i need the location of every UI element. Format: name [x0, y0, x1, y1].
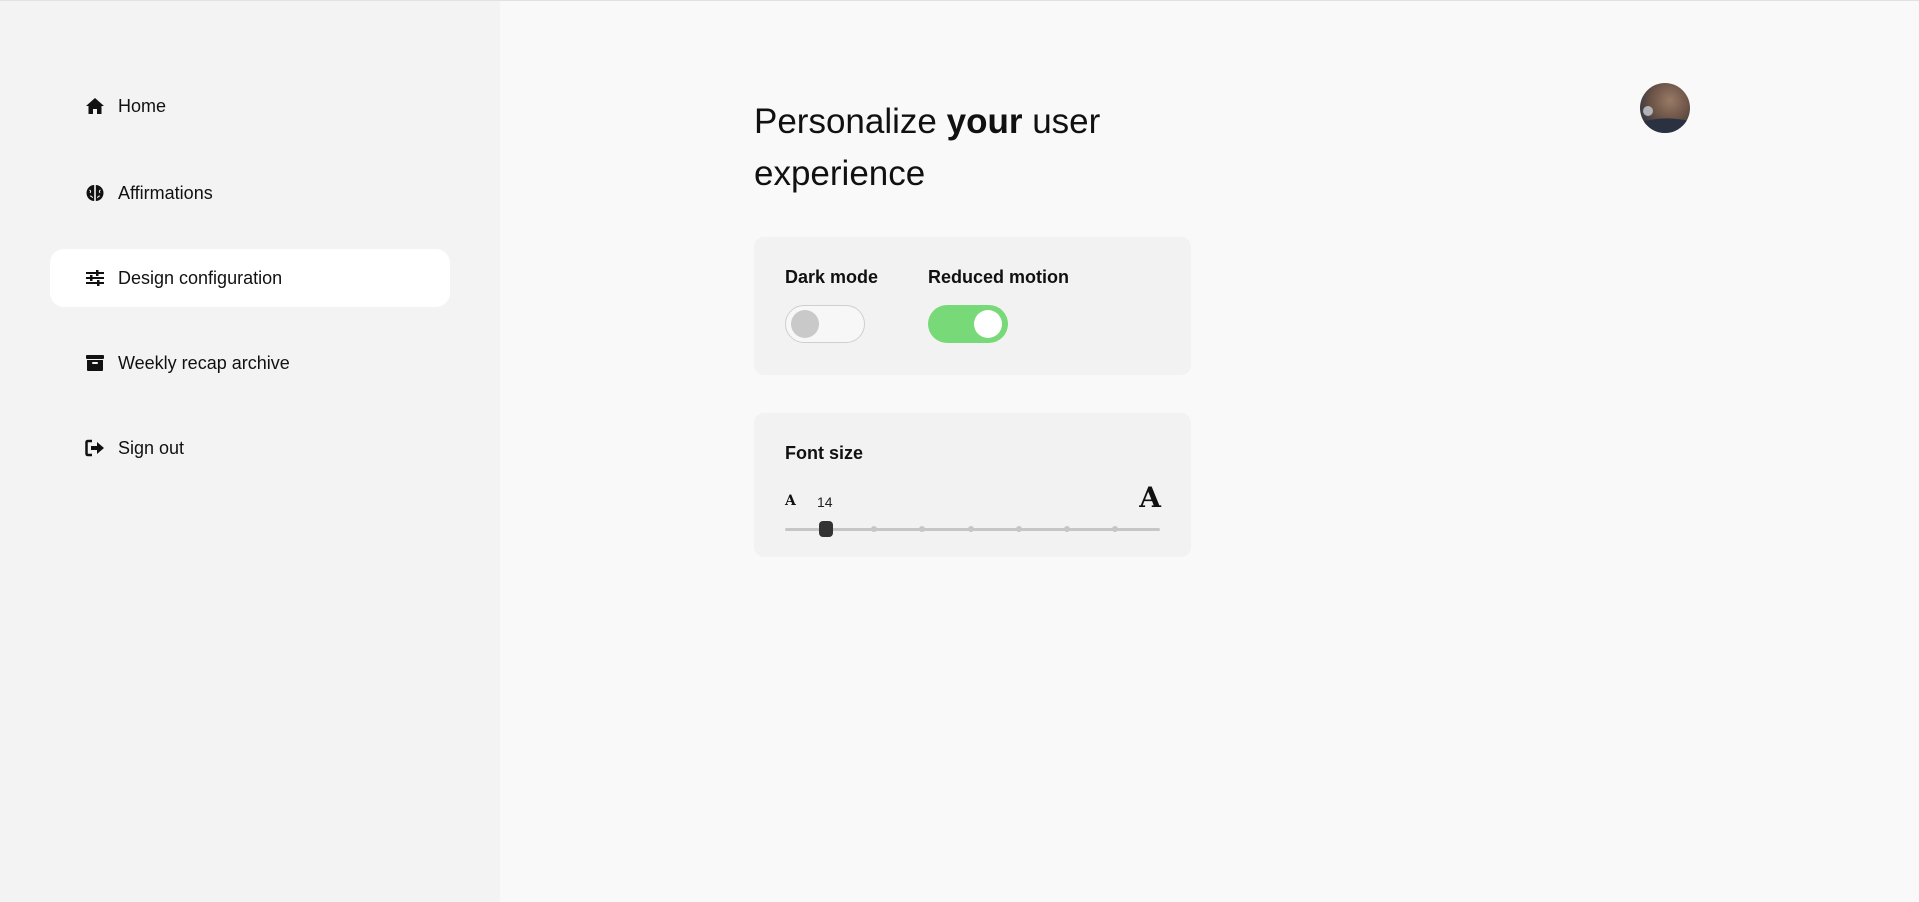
- font-large-icon: A: [1139, 481, 1161, 514]
- archive-icon: [84, 352, 106, 374]
- reduced-motion-setting: Reduced motion: [928, 267, 1070, 343]
- sidebar-item-label: Weekly recap archive: [118, 352, 290, 373]
- sidebar-item-design-configuration[interactable]: Design configuration: [50, 249, 450, 307]
- reduced-motion-label: Reduced motion: [928, 267, 1070, 287]
- sidebar-item-label: Sign out: [118, 437, 185, 458]
- brain-icon: [84, 182, 106, 204]
- sidebar: Home Affirmations Design configuration W…: [0, 1, 500, 902]
- font-size-slider[interactable]: [785, 521, 1160, 537]
- toggles-card: Dark mode Reduced motion: [754, 237, 1191, 375]
- dark-mode-setting: Dark mode: [785, 267, 879, 343]
- home-icon: [84, 95, 106, 117]
- sidebar-item-home[interactable]: Home: [50, 77, 450, 135]
- sidebar-item-label: Design configuration: [118, 267, 283, 288]
- font-size-card: Font size A 14 A: [754, 413, 1191, 557]
- reduced-motion-toggle[interactable]: [928, 305, 1008, 343]
- font-size-value: 14: [817, 494, 833, 510]
- page-title: Personalize your user experience: [754, 102, 1101, 193]
- app-window: Home Affirmations Design configuration W…: [0, 0, 1919, 902]
- main-content: Personalize your user experience Dark mo…: [500, 1, 1919, 902]
- slider-tick: [1063, 526, 1070, 532]
- dark-mode-label: Dark mode: [785, 267, 879, 287]
- font-small-icon: A: [785, 493, 796, 509]
- sign-out-icon: [84, 437, 106, 459]
- sidebar-item-label: Affirmations: [118, 182, 213, 203]
- font-size-label: Font size: [785, 443, 864, 463]
- slider-thumb[interactable]: [819, 521, 833, 537]
- user-avatar[interactable]: [1640, 83, 1690, 133]
- toggle-knob: [791, 310, 819, 338]
- slider-tick: [871, 526, 878, 532]
- sidebar-item-affirmations[interactable]: Affirmations: [50, 164, 450, 222]
- slider-tick: [1015, 526, 1022, 532]
- sidebar-item-weekly-recap-archive[interactable]: Weekly recap archive: [50, 334, 450, 392]
- sidebar-item-label: Home: [118, 95, 167, 116]
- slider-tick: [919, 526, 926, 532]
- slider-tick: [1112, 526, 1118, 532]
- slider-tick: [967, 526, 974, 532]
- toggle-knob: [974, 310, 1002, 338]
- dark-mode-toggle[interactable]: [785, 305, 865, 343]
- sidebar-item-sign-out[interactable]: Sign out: [50, 419, 450, 477]
- sliders-icon: [84, 267, 106, 289]
